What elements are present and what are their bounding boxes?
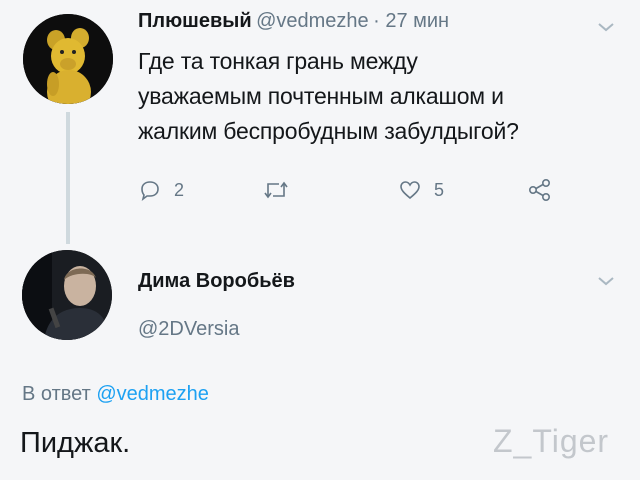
- reply-author-handle[interactable]: @2DVersia: [138, 318, 239, 341]
- like-icon: [400, 181, 420, 200]
- tweet-time[interactable]: · 27 мин: [373, 10, 449, 32]
- share-icon: [528, 178, 551, 202]
- user-photo-image: [22, 250, 112, 340]
- tweet-text-line: Где та тонкая грань между: [138, 48, 418, 74]
- reply-to-line: В ответ @vedmezhe: [22, 383, 209, 406]
- reply-icon: [141, 181, 159, 201]
- tweet-text-line: жалким беспробудным забулдыгой?: [138, 118, 519, 144]
- reply-author-name[interactable]: Дима Воробьёв: [138, 270, 295, 293]
- reply-action[interactable]: 2: [138, 178, 184, 202]
- chevron-down-icon[interactable]: [596, 274, 616, 293]
- like-action[interactable]: 5: [398, 178, 444, 202]
- tweet-text-line: уважаемым почтенным алкашом и: [138, 83, 504, 109]
- teddy-bear-image: [23, 14, 113, 104]
- watermark: Z_Tiger: [493, 423, 610, 459]
- chevron-down-icon[interactable]: [596, 20, 616, 39]
- retweet-action[interactable]: [262, 178, 302, 202]
- thread-connector-line: [66, 112, 70, 244]
- reply-to-prefix: В ответ: [22, 383, 91, 405]
- avatar-plushevy[interactable]: [23, 14, 113, 104]
- reply-text: Пиджак.: [20, 427, 131, 459]
- tweet-text: Где та тонкая грань между уважаемым почт…: [138, 44, 519, 149]
- reply-to-handle-link[interactable]: @vedmezhe: [96, 383, 209, 405]
- reply-count: 2: [174, 179, 185, 200]
- avatar-dima[interactable]: [22, 250, 112, 340]
- author-name[interactable]: Плюшевый: [138, 10, 252, 32]
- author-handle[interactable]: @vedmezhe: [256, 10, 369, 32]
- tweet-header: Плюшевый @vedmezhe · 27 мин: [138, 10, 449, 33]
- retweet-icon: [264, 181, 288, 199]
- share-action[interactable]: [527, 178, 553, 202]
- like-count: 5: [434, 179, 445, 200]
